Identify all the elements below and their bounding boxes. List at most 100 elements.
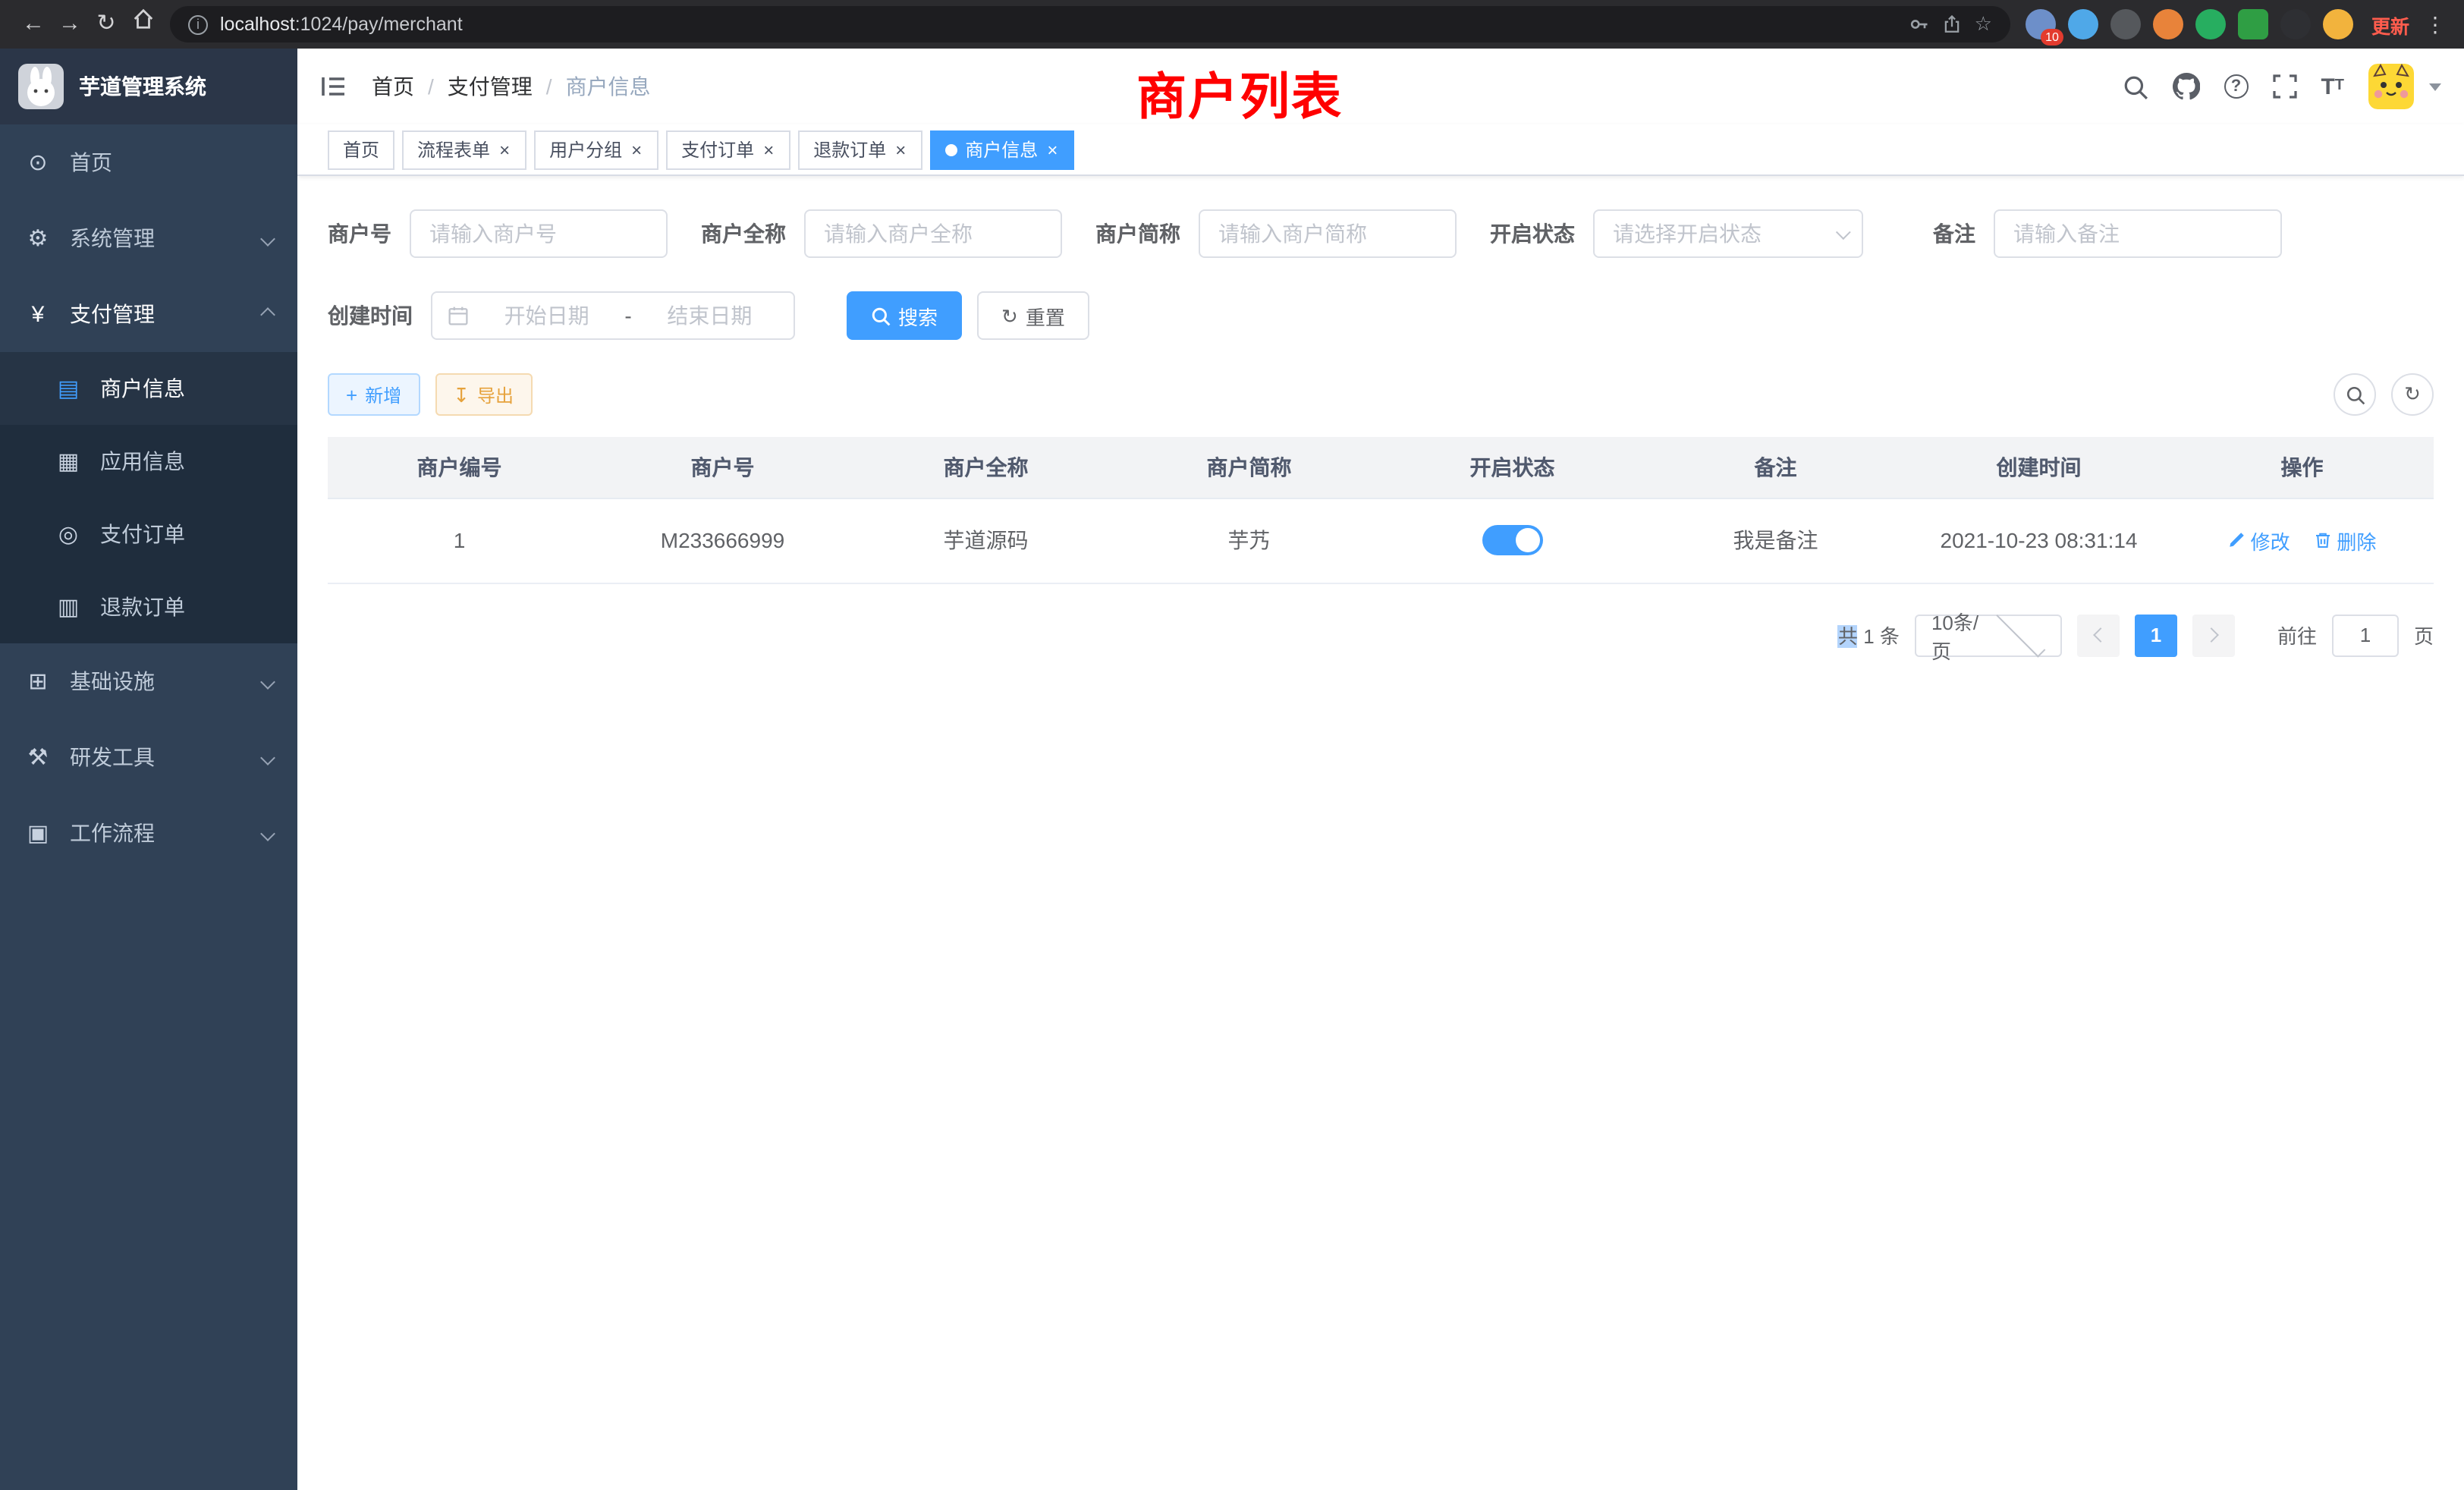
sidebar-item-system[interactable]: ⚙ 系统管理 xyxy=(0,200,297,276)
sidebar-item-merchant-info[interactable]: ▤ 商户信息 xyxy=(0,352,297,425)
extension-icon-3[interactable] xyxy=(2110,9,2141,39)
cell-short-name: 芋艿 xyxy=(1117,498,1381,583)
page-number-button[interactable]: 1 xyxy=(2135,614,2177,656)
edit-button[interactable]: 修改 xyxy=(2228,526,2290,555)
add-button[interactable]: + 新增 xyxy=(328,373,420,416)
tab-process-form[interactable]: 流程表单 × xyxy=(402,130,526,169)
bookmark-star-icon[interactable]: ☆ xyxy=(1975,12,1992,36)
browser-update-button[interactable]: 更新 xyxy=(2371,10,2409,39)
extension-icon-4[interactable] xyxy=(2153,9,2183,39)
url-text: localhost:1024/pay/merchant xyxy=(220,14,463,35)
remark-input[interactable] xyxy=(1994,209,2282,258)
sidebar-item-label: 研发工具 xyxy=(70,742,155,772)
chevron-down-icon xyxy=(1836,224,1851,239)
sidebar-item-infrastructure[interactable]: ⊞ 基础设施 xyxy=(0,643,297,719)
browser-forward-icon[interactable]: → xyxy=(52,0,88,49)
hide-search-button[interactable] xyxy=(2334,373,2376,416)
sidebar-item-app-info[interactable]: ▦ 应用信息 xyxy=(0,425,297,498)
sidebar-item-payment[interactable]: ¥ 支付管理 xyxy=(0,276,297,352)
browser-home-icon[interactable] xyxy=(124,0,161,49)
download-icon: ↧ xyxy=(453,385,470,404)
sidebar-item-label: 退款订单 xyxy=(100,592,185,622)
sidebar-collapse-icon[interactable] xyxy=(320,74,347,99)
close-icon[interactable]: × xyxy=(762,140,775,159)
sidebar-item-pay-order[interactable]: ◎ 支付订单 xyxy=(0,498,297,571)
github-icon[interactable] xyxy=(2172,73,2199,100)
page-size-value: 10条/页 xyxy=(1931,606,1989,664)
navbar: 首页 / 支付管理 / 商户信息 ? xyxy=(297,49,2464,124)
password-key-icon[interactable] xyxy=(1909,14,1931,35)
field-label: 商户简称 xyxy=(1095,218,1180,249)
chevron-right-icon xyxy=(2204,627,2219,643)
extension-icon-1[interactable]: 10 xyxy=(2026,9,2056,39)
extension-icon-6[interactable] xyxy=(2238,9,2268,39)
browser-back-icon[interactable]: ← xyxy=(15,0,52,49)
prev-page-button[interactable] xyxy=(2077,614,2120,656)
browser-menu-icon[interactable]: ⋮ xyxy=(2422,11,2449,37)
cell-actions: 修改 删除 xyxy=(2170,498,2434,583)
address-bar[interactable]: i localhost:1024/pay/merchant ☆ xyxy=(170,6,2010,42)
help-icon[interactable]: ? xyxy=(2224,74,2248,99)
next-page-button[interactable] xyxy=(2192,614,2235,656)
merchant-full-name-input[interactable] xyxy=(804,209,1062,258)
status-toggle[interactable] xyxy=(1482,525,1543,555)
sidebar-item-refund-order[interactable]: ▥ 退款订单 xyxy=(0,571,297,643)
sidebar-item-label: 商户信息 xyxy=(100,373,185,404)
refresh-table-button[interactable]: ↻ xyxy=(2391,373,2434,416)
reset-button[interactable]: ↻ 重置 xyxy=(977,291,1089,340)
close-icon[interactable]: × xyxy=(894,140,907,159)
app-title: 芋道管理系统 xyxy=(79,71,206,102)
yen-icon: ¥ xyxy=(24,301,52,327)
search-icon[interactable] xyxy=(2122,74,2148,99)
merchant-no-input[interactable] xyxy=(410,209,668,258)
close-icon[interactable]: × xyxy=(630,140,643,159)
tab-home[interactable]: 首页 xyxy=(328,130,394,169)
tab-refund-order[interactable]: 退款订单 × xyxy=(798,130,922,169)
sidebar-logo[interactable]: 芋道管理系统 xyxy=(0,49,297,124)
filter-merchant-no: 商户号 xyxy=(328,209,668,258)
close-icon[interactable]: × xyxy=(498,140,511,159)
delete-button[interactable]: 删除 xyxy=(2314,526,2376,555)
cell-merchant-no: M233666999 xyxy=(591,498,854,583)
share-icon[interactable] xyxy=(1943,14,1963,35)
sidebar-item-workflow[interactable]: ▣ 工作流程 xyxy=(0,795,297,871)
page-size-select[interactable]: 10条/页 xyxy=(1915,614,2062,656)
merchant-card-icon: ▤ xyxy=(55,375,82,402)
merchant-short-name-input[interactable] xyxy=(1199,209,1457,258)
sidebar-item-home[interactable]: ⊙ 首页 xyxy=(0,124,297,200)
tab-pay-order[interactable]: 支付订单 × xyxy=(666,130,790,169)
status-select[interactable]: 请选择开启状态 xyxy=(1593,209,1863,258)
toolbar-right-icons: ↻ xyxy=(2334,373,2434,416)
avatar-caret-icon[interactable] xyxy=(2429,83,2441,90)
breadcrumb-home[interactable]: 首页 xyxy=(372,71,414,102)
search-button[interactable]: 搜索 xyxy=(847,291,962,340)
cell-full-name: 芋道源码 xyxy=(854,498,1117,583)
filter-merchant-short-name: 商户简称 xyxy=(1095,209,1457,258)
fullscreen-icon[interactable] xyxy=(2272,74,2296,99)
breadcrumb-payment[interactable]: 支付管理 xyxy=(448,71,533,102)
create-time-range-picker[interactable]: 开始日期 - 结束日期 xyxy=(431,291,795,340)
sidebar-item-devtools[interactable]: ⚒ 研发工具 xyxy=(0,719,297,795)
tab-merchant-info[interactable]: 商户信息 × xyxy=(930,130,1074,169)
filter-row-1: 商户号 商户全称 商户简称 开启状态 请选择开启状态 xyxy=(328,209,2434,258)
filter-row-2: 创建时间 开始日期 - 结束日期 搜索 xyxy=(328,291,2434,340)
field-label: 备注 xyxy=(1933,218,1975,249)
tab-user-group[interactable]: 用户分组 × xyxy=(534,130,658,169)
font-size-icon[interactable]: TT xyxy=(2321,75,2344,98)
column-short-name: 商户简称 xyxy=(1117,437,1381,498)
add-button-label: 新增 xyxy=(365,382,401,407)
page-info-icon[interactable]: i xyxy=(188,14,208,34)
extension-icon-5[interactable] xyxy=(2195,9,2226,39)
export-button[interactable]: ↧ 导出 xyxy=(435,373,532,416)
extension-icon-2[interactable] xyxy=(2068,9,2098,39)
pay-order-icon: ◎ xyxy=(55,520,82,548)
extension-icon-8[interactable] xyxy=(2323,9,2353,39)
column-remark: 备注 xyxy=(1644,437,1907,498)
close-icon[interactable]: × xyxy=(1045,140,1059,159)
extension-icon-7[interactable] xyxy=(2280,9,2311,39)
tabs-bar: 首页 流程表单 × 用户分组 × 支付订单 × 退款订单 × xyxy=(297,124,2464,176)
browser-reload-icon[interactable]: ↻ xyxy=(88,0,124,49)
user-avatar[interactable] xyxy=(2368,64,2414,109)
field-label: 商户号 xyxy=(328,218,391,249)
goto-page-input[interactable] xyxy=(2332,614,2399,656)
